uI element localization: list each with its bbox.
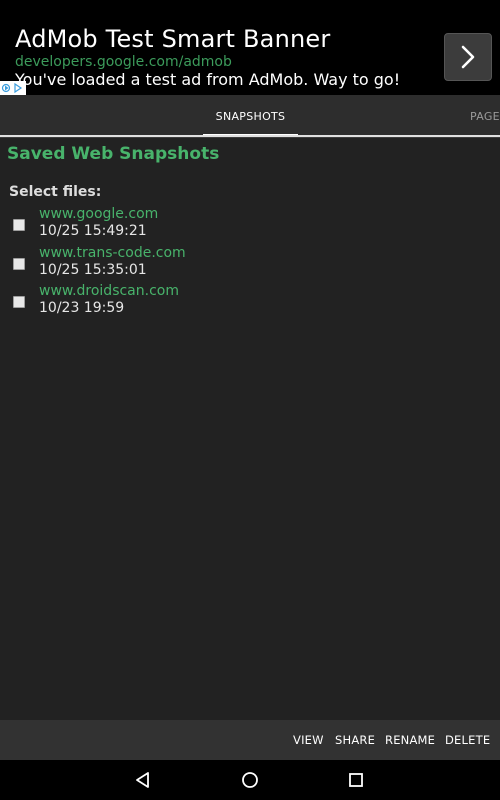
file-name: www.google.com bbox=[39, 206, 159, 222]
file-name: www.trans-code.com bbox=[39, 245, 186, 261]
adchoices-button[interactable] bbox=[0, 81, 26, 95]
nav-back-button[interactable] bbox=[131, 768, 155, 792]
ad-next-button[interactable] bbox=[444, 33, 492, 81]
nav-recents-button[interactable] bbox=[344, 768, 368, 792]
file-timestamp: 10/23 19:59 bbox=[39, 300, 125, 316]
chevron-right-icon bbox=[461, 45, 475, 69]
select-files-label: Select files: bbox=[9, 184, 102, 200]
page-title: Saved Web Snapshots bbox=[7, 144, 220, 164]
delete-button[interactable]: DELETE bbox=[445, 720, 490, 760]
rename-button[interactable]: RENAME bbox=[385, 720, 435, 760]
share-button[interactable]: SHARE bbox=[335, 720, 375, 760]
nav-home-button[interactable] bbox=[238, 768, 262, 792]
action-bar: VIEW SHARE RENAME DELETE bbox=[0, 720, 500, 760]
file-timestamp: 10/25 15:35:01 bbox=[39, 262, 147, 278]
ad-banner[interactable]: AdMob Test Smart Banner developers.googl… bbox=[0, 0, 500, 95]
tab-snapshots[interactable]: SNAPSHOTS bbox=[203, 95, 298, 137]
ad-url[interactable]: developers.google.com/admob bbox=[15, 54, 232, 70]
tab-bar: SNAPSHOTS PAGES bbox=[0, 95, 500, 138]
home-circle-icon bbox=[242, 772, 258, 788]
recents-square-icon bbox=[349, 773, 363, 787]
file-timestamp: 10/25 15:49:21 bbox=[39, 223, 147, 239]
ad-text[interactable]: You've loaded a test ad from AdMob. Way … bbox=[15, 70, 400, 89]
tab-pages[interactable]: PAGES bbox=[470, 95, 500, 137]
view-button[interactable]: VIEW bbox=[293, 720, 324, 760]
list-item[interactable]: www.droidscan.com 10/23 19:59 bbox=[0, 283, 500, 321]
tab-divider bbox=[0, 135, 500, 137]
list-item[interactable]: www.google.com 10/25 15:49:21 bbox=[0, 206, 500, 244]
file-checkbox[interactable] bbox=[13, 258, 25, 270]
back-triangle-icon bbox=[136, 772, 149, 788]
adchoices-icon bbox=[1, 82, 23, 94]
system-navigation-bar bbox=[0, 760, 500, 800]
file-checkbox[interactable] bbox=[13, 219, 25, 231]
list-item[interactable]: www.trans-code.com 10/25 15:35:01 bbox=[0, 245, 500, 283]
ad-title[interactable]: AdMob Test Smart Banner bbox=[15, 25, 330, 53]
file-name: www.droidscan.com bbox=[39, 283, 179, 299]
file-checkbox[interactable] bbox=[13, 296, 25, 308]
